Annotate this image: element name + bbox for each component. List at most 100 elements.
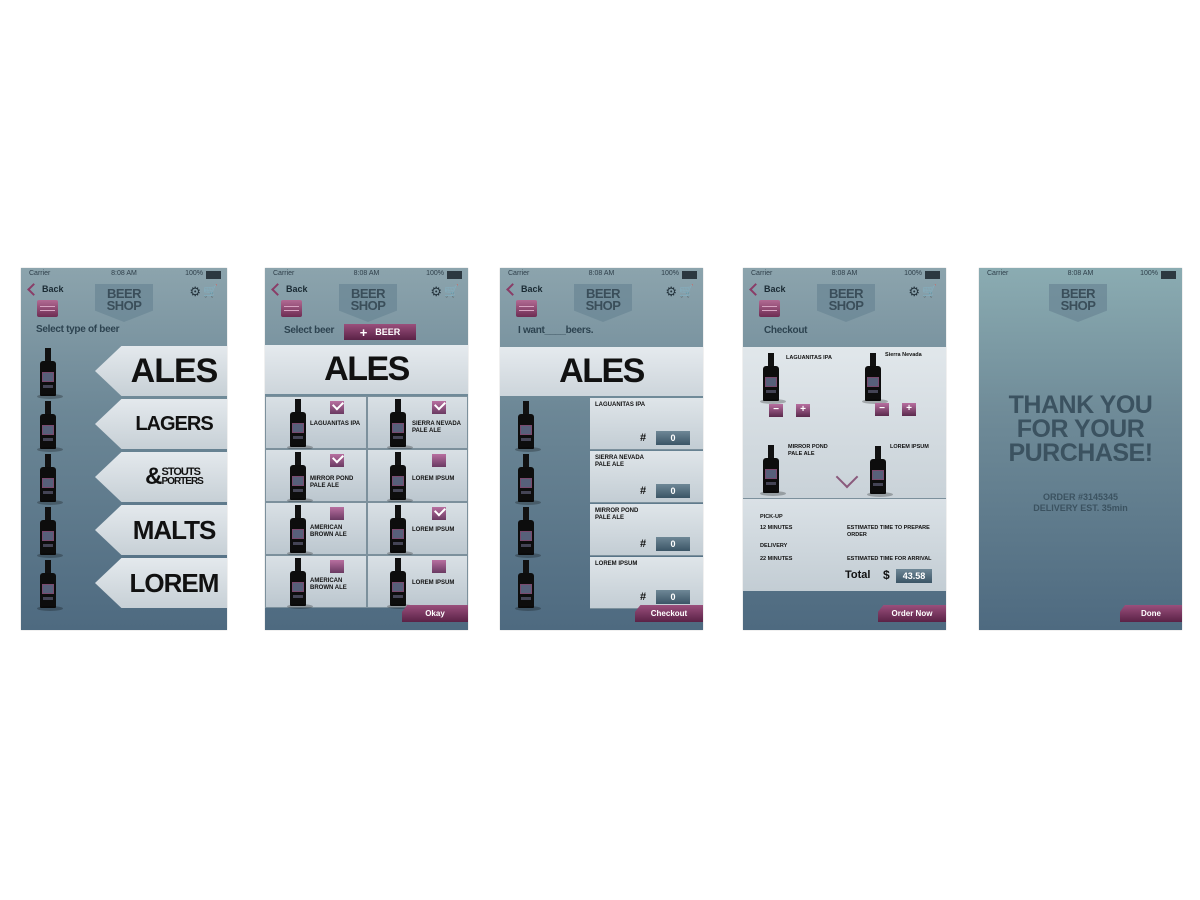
category-header: ALES — [265, 345, 468, 394]
back-button[interactable]: Back — [506, 282, 543, 296]
type-ales[interactable]: ALES — [95, 346, 227, 396]
increase-button[interactable]: + — [902, 403, 916, 416]
item-name: MIRROR POND PALE ALE — [788, 444, 828, 457]
bottle-icon — [515, 454, 541, 505]
order-items-panel: LAGUANITAS IPA − + Sierra Nevada − + MIR… — [743, 347, 946, 499]
beer-cell[interactable]: LAGUANITAS IPA — [265, 396, 367, 450]
back-button[interactable]: Back — [271, 282, 308, 296]
quantity-input[interactable]: 0 — [656, 590, 690, 604]
beer-shop-logo: BEER SHOP — [574, 284, 632, 322]
battery-icon — [1161, 271, 1176, 279]
beer-cell[interactable]: LOREM IPSUM — [367, 449, 468, 503]
quantity-row: MIRROR POND PALE ALE # 0 — [590, 504, 703, 556]
checkbox[interactable] — [330, 507, 344, 520]
status-bar: Carrier 8:08 AM 100% — [500, 268, 703, 280]
logo-line2: SHOP — [1060, 298, 1096, 313]
order-number: ORDER #3145345 — [1042, 492, 1119, 502]
logo-line2: SHOP — [828, 298, 864, 313]
item-name: Sierra Nevada — [885, 352, 922, 358]
menu-icon[interactable] — [516, 300, 537, 317]
bottle-icon — [37, 454, 63, 505]
bottle-icon — [37, 507, 63, 558]
okay-button[interactable]: Okay — [402, 605, 468, 622]
beer-shop-logo: BEER SHOP — [1049, 284, 1107, 322]
cart-icon[interactable]: 🛒 — [444, 284, 459, 298]
beer-cell[interactable]: MIRROR POND PALE ALE — [265, 449, 367, 503]
gear-icon[interactable]: ⚙ — [430, 284, 442, 300]
screen-select-type: Carrier 8:08 AM 100% Back BEER SHOP ⚙ 🛒 S… — [21, 268, 227, 630]
bottle-icon — [387, 558, 413, 609]
menu-icon[interactable] — [759, 300, 780, 317]
quantity-row: SIERRA NEVADA PALE ALE # 0 — [590, 451, 703, 503]
gear-icon[interactable]: ⚙ — [189, 284, 201, 300]
checkbox[interactable] — [432, 560, 446, 573]
checkbox[interactable] — [330, 454, 344, 467]
battery-percent: 100% — [661, 270, 679, 277]
gear-icon[interactable]: ⚙ — [908, 284, 920, 300]
back-button[interactable]: Back — [27, 282, 64, 296]
type-lorem[interactable]: LOREM — [95, 558, 227, 608]
checkbox[interactable] — [432, 454, 446, 467]
beer-shop-logo: BEER SHOP — [339, 284, 397, 322]
beer-cell[interactable]: AMERICAN BROWN ALE — [265, 555, 367, 609]
page-subtitle: Select beer — [284, 325, 335, 336]
logo-line2: SHOP — [106, 298, 142, 313]
checkbox[interactable] — [330, 560, 344, 573]
decrease-button[interactable]: − — [875, 403, 889, 416]
delivery-label: DELIVERY — [760, 543, 788, 549]
bottle-icon — [37, 348, 63, 399]
status-bar: Carrier 8:08 AM 100% — [21, 268, 227, 280]
page-subtitle: Checkout — [764, 325, 808, 336]
status-bar: Carrier 8:08 AM 100% — [979, 268, 1182, 280]
page-subtitle: Select type of beer — [36, 324, 120, 335]
bottle-icon — [760, 353, 786, 404]
battery-icon — [206, 271, 221, 279]
beer-name: LAGUANITAS IPA — [310, 421, 361, 427]
logo-line2: SHOP — [350, 298, 386, 313]
battery-percent: 100% — [185, 270, 203, 277]
beer-name: SIERRA NEVADA PALE ALE — [595, 455, 644, 468]
quantity-row: LAGUANITAS IPA # 0 — [590, 398, 703, 450]
quantity-input[interactable]: 0 — [656, 431, 690, 445]
battery-percent: 100% — [1140, 270, 1158, 277]
add-beer-label: BEER — [375, 327, 401, 337]
chevron-left-icon — [27, 282, 40, 296]
type-stouts-porters[interactable]: & STOUTS PORTERS — [95, 452, 227, 502]
bottle-icon — [387, 452, 413, 503]
gear-icon[interactable]: ⚙ — [665, 284, 677, 300]
cart-icon[interactable]: 🛒 — [922, 284, 937, 298]
chevron-down-icon[interactable] — [835, 465, 859, 489]
type-lagers[interactable]: LAGERS — [95, 399, 227, 449]
type-malts[interactable]: MALTS — [95, 505, 227, 555]
page-subtitle: I want____beers. — [518, 325, 594, 336]
cart-icon[interactable]: 🛒 — [203, 284, 218, 298]
checkbox[interactable] — [432, 401, 446, 414]
delivery-estimate: DELIVERY EST. 35min — [1033, 503, 1128, 513]
beer-cell[interactable]: LOREM IPSUM — [367, 555, 468, 609]
thanks-line1: THANK YOU — [1008, 391, 1153, 419]
add-beer-button[interactable]: + BEER — [344, 324, 416, 340]
beer-cell[interactable]: SIERRA NEVADA PALE ALE — [367, 396, 468, 450]
beer-name: SIERRA NEVADA PALE ALE — [412, 421, 461, 434]
bottle-icon — [287, 399, 313, 450]
order-now-button[interactable]: Order Now — [878, 605, 946, 622]
quantity-input[interactable]: 0 — [656, 484, 690, 498]
menu-icon[interactable] — [37, 300, 58, 317]
back-button[interactable]: Back — [749, 282, 786, 296]
quantity-input[interactable]: 0 — [656, 537, 690, 551]
done-button[interactable]: Done — [1120, 605, 1182, 622]
checkbox[interactable] — [330, 401, 344, 414]
checkbox[interactable] — [432, 507, 446, 520]
beer-name: MIRROR POND PALE ALE — [595, 508, 639, 521]
beer-name: AMERICAN BROWN ALE — [310, 578, 347, 591]
beer-cell[interactable]: AMERICAN BROWN ALE — [265, 502, 367, 556]
menu-icon[interactable] — [281, 300, 302, 317]
checkout-button[interactable]: Checkout — [635, 605, 703, 622]
decrease-button[interactable]: − — [769, 404, 783, 417]
beer-cell[interactable]: LOREM IPSUM — [367, 502, 468, 556]
category-header: ALES — [500, 347, 703, 396]
increase-button[interactable]: + — [796, 404, 810, 417]
cart-icon[interactable]: 🛒 — [679, 284, 694, 298]
bottle-icon — [387, 399, 413, 450]
back-label: Back — [521, 284, 543, 294]
